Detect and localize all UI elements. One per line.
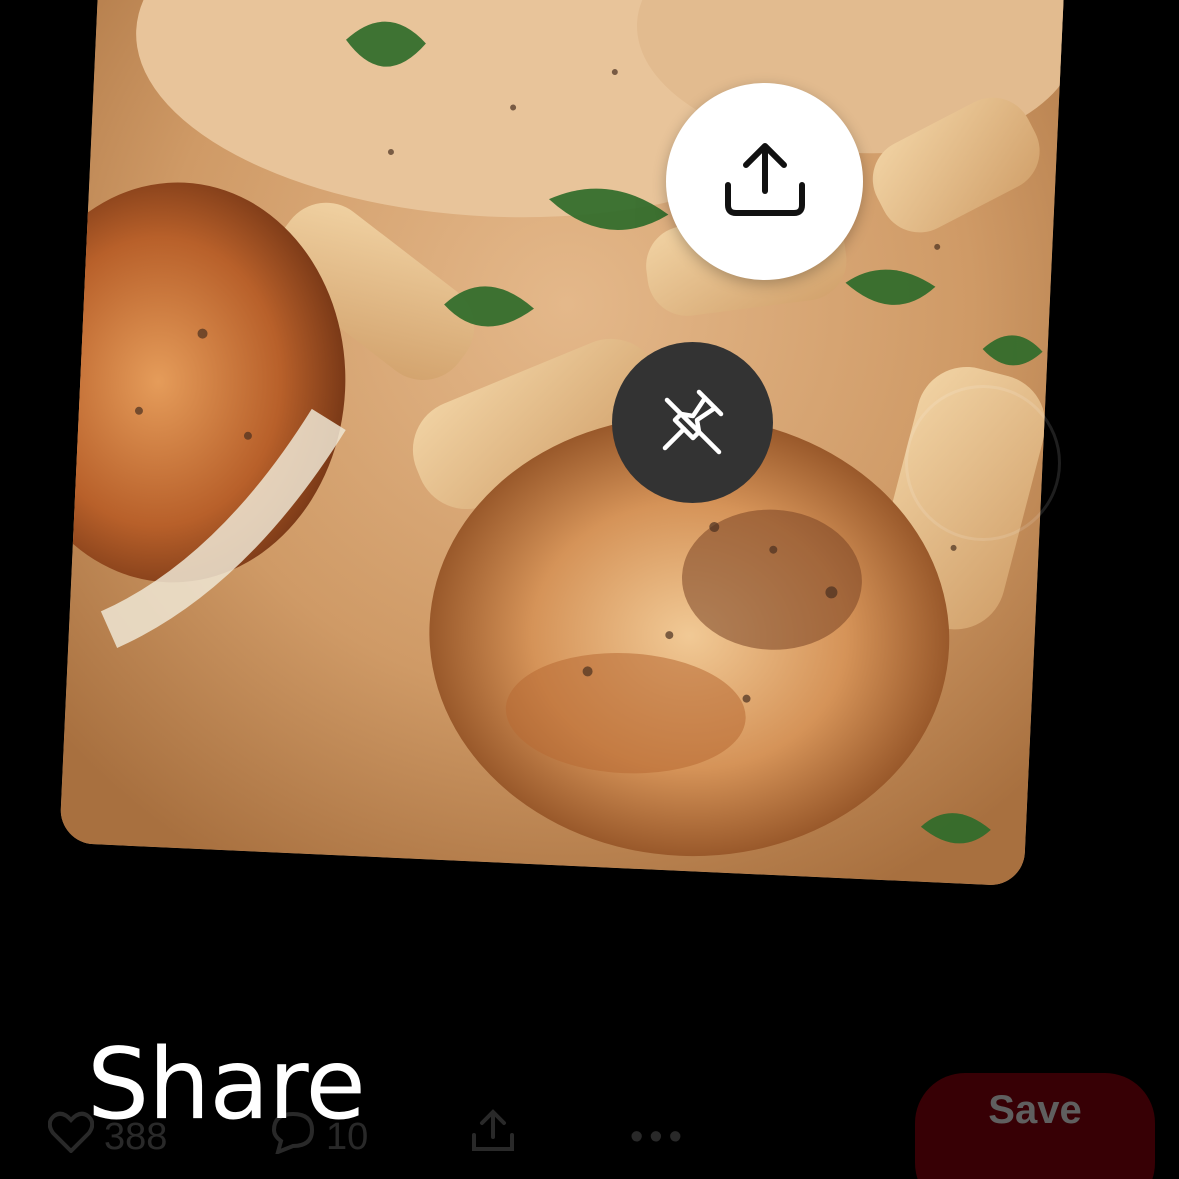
share-bar-button[interactable]: [470, 1095, 516, 1179]
pin-detail-screen: 388 10 ••• Save Share: [0, 0, 1179, 1179]
share-upload-icon: [470, 1109, 516, 1165]
pin-toggle-button[interactable]: [612, 342, 773, 503]
share-button[interactable]: [666, 83, 863, 280]
share-tooltip-label: Share: [87, 1028, 366, 1142]
focus-ring: [905, 385, 1061, 541]
save-button[interactable]: Save: [915, 1073, 1155, 1179]
share-upload-icon: [722, 139, 808, 224]
pushpin-slash-icon: [653, 380, 733, 465]
more-options-button[interactable]: •••: [630, 1095, 688, 1179]
